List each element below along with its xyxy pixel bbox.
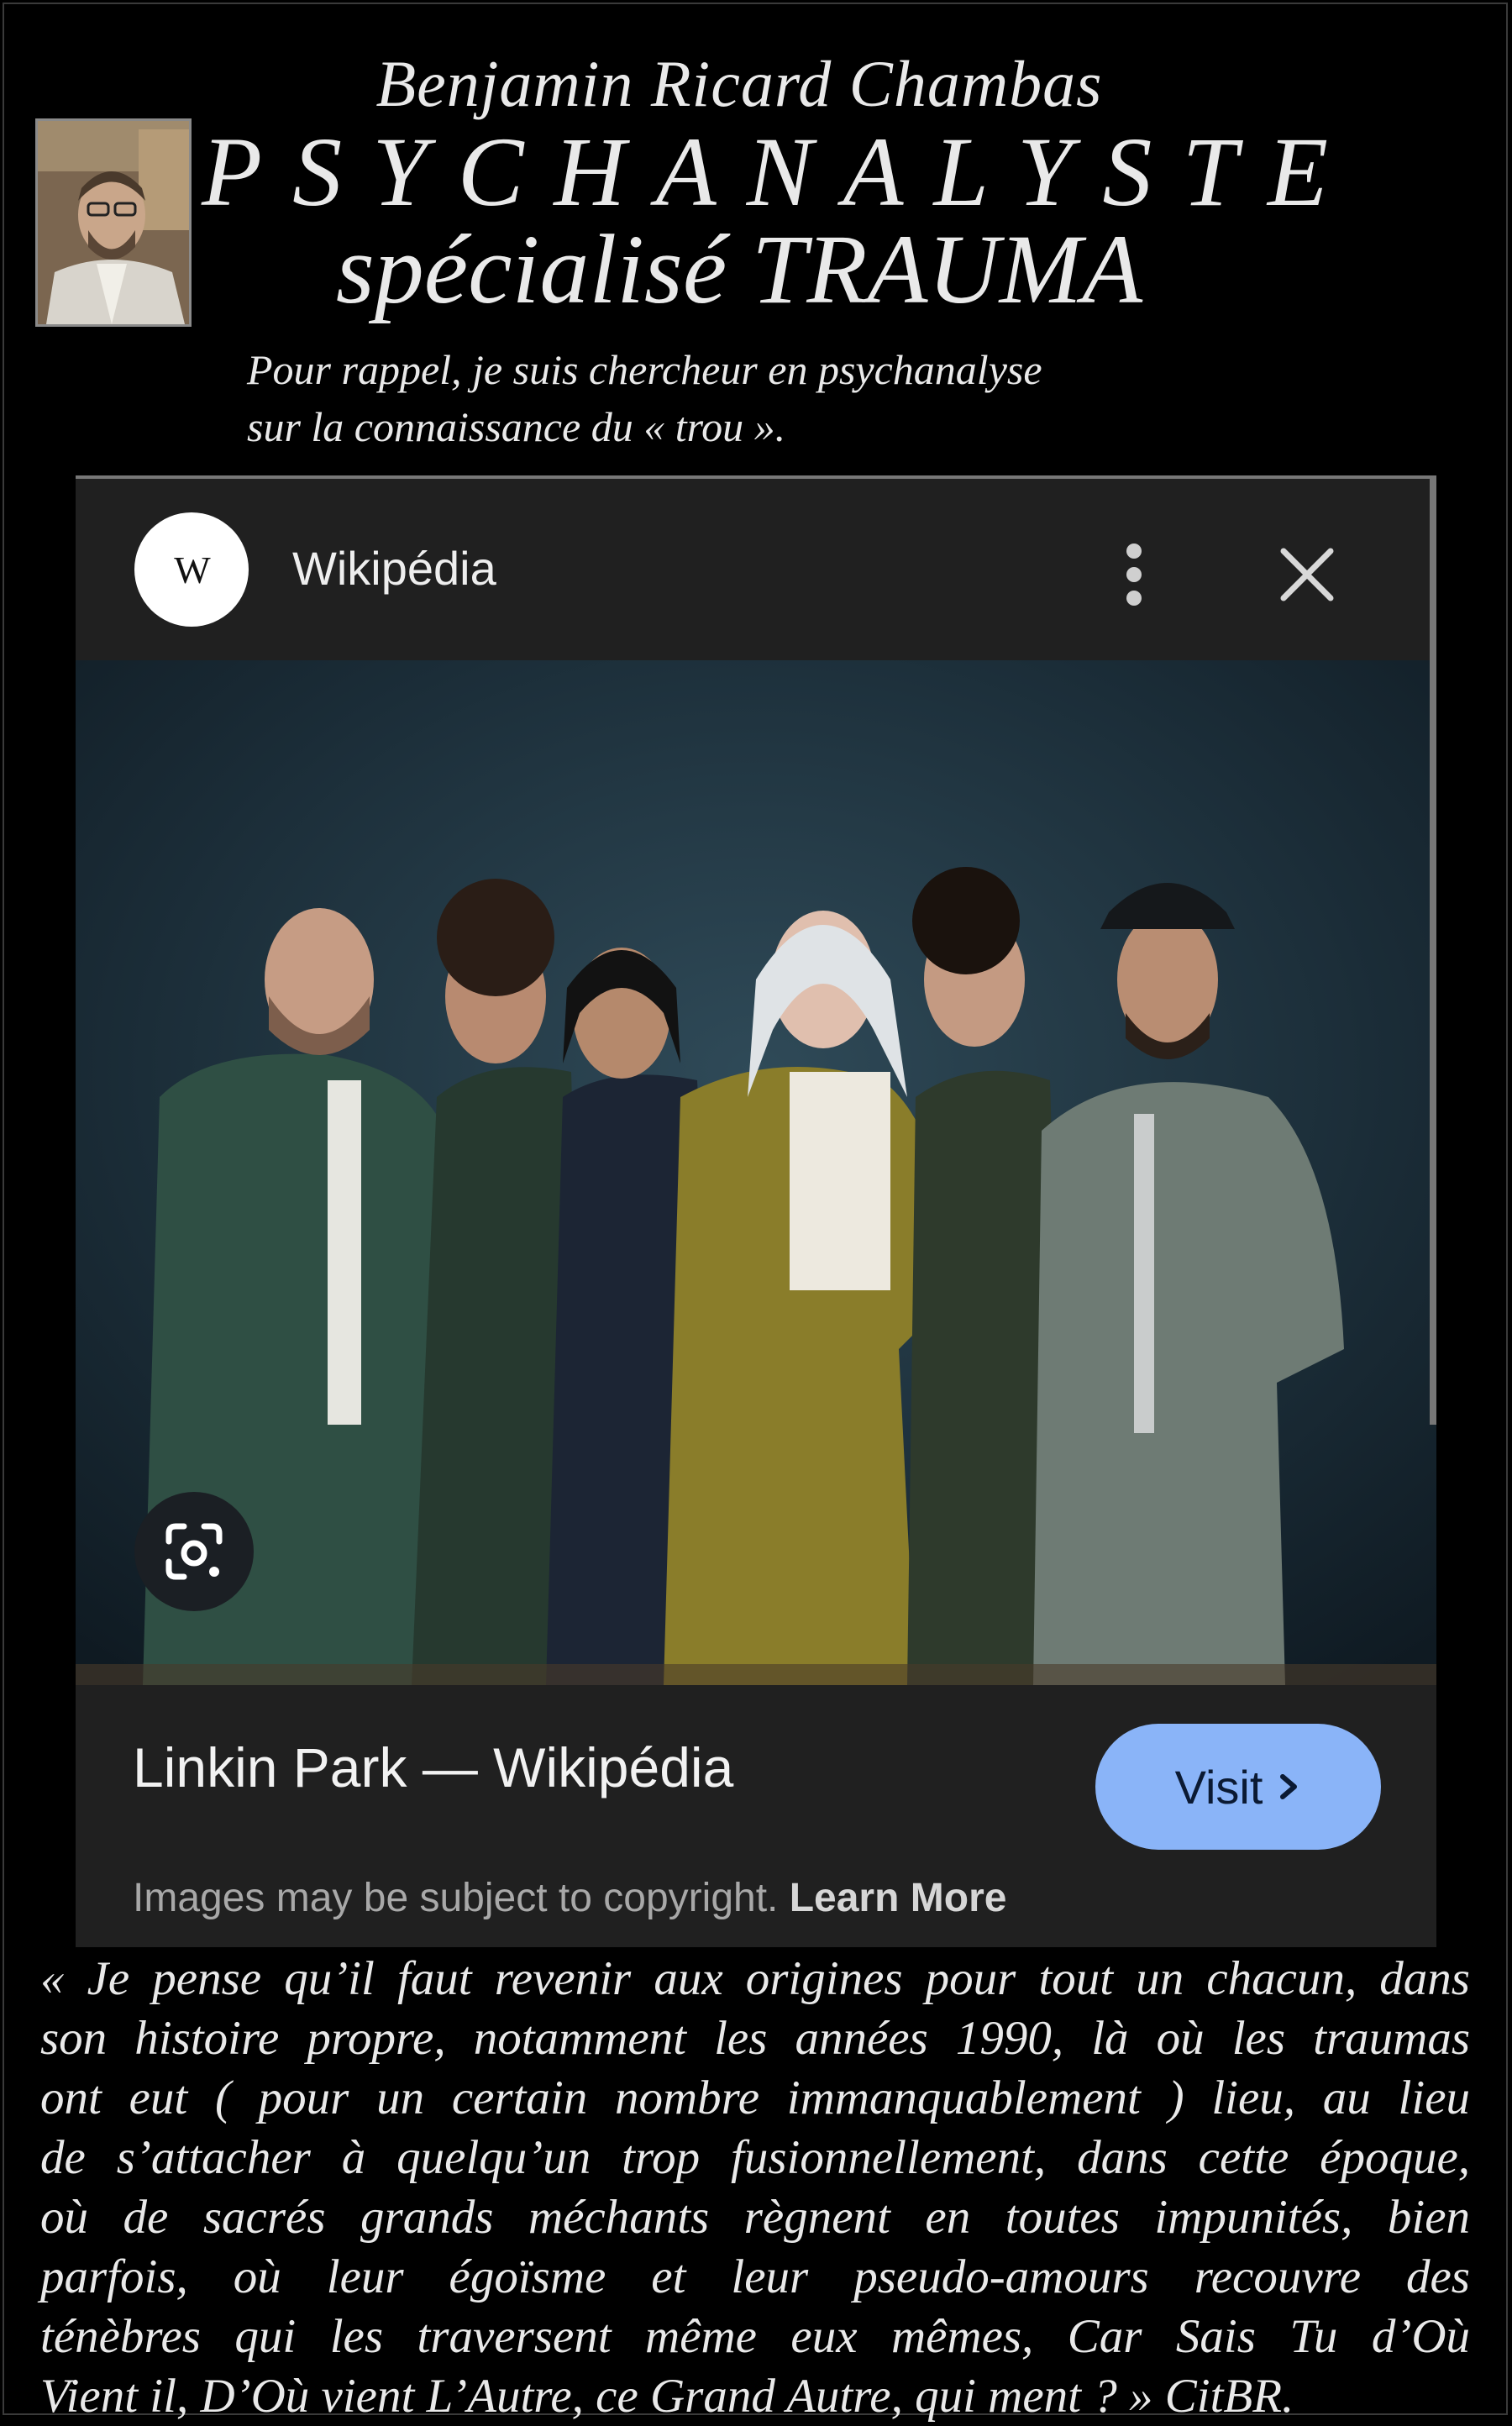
source-name: Wikipédia	[292, 542, 496, 595]
quote-line: où de sacrés grands méchants règnent en …	[40, 2191, 1470, 2244]
result-title[interactable]: Linkin Park — Wikipédia	[133, 1735, 733, 1799]
wikipedia-logo-icon: W	[134, 512, 249, 627]
profession-title: PSYCHANALYSTE	[202, 117, 1359, 227]
quote-block: « Je pense qu’il faut revenir aux origin…	[40, 1949, 1470, 2426]
quote-line: parfois, où leur égoïsme et leur pseudo-…	[40, 2250, 1470, 2303]
author-name: Benjamin Ricard Chambas	[375, 47, 1103, 120]
band-photo-image	[76, 660, 1436, 1685]
visit-label: Visit	[1174, 1760, 1263, 1814]
quote-line: son histoire propre, notamment les année…	[40, 2012, 1470, 2065]
portrait-image	[38, 121, 189, 324]
learn-more-link[interactable]: Learn More	[790, 1876, 1007, 1920]
card-top-border	[76, 475, 1436, 479]
copyright-notice: Images may be subject to copyright. Lear…	[133, 1875, 1006, 1921]
quote-line: « Je pense qu’il faut revenir aux origin…	[40, 1952, 1470, 2005]
quote-line: de s’attacher à quelqu’un trop fusionnel…	[40, 2131, 1470, 2184]
result-photo[interactable]	[76, 660, 1436, 1685]
author-portrait	[35, 118, 192, 327]
image-result-card: W Wikipédia Linkin Park — Wikipédia Visi…	[76, 475, 1436, 1947]
chevron-right-icon	[1280, 1774, 1298, 1799]
close-icon[interactable]	[1268, 536, 1346, 613]
intro-line: Pour rappel, je suis chercheur en psycha…	[247, 346, 1042, 393]
intro-text: Pour rappel, je suis chercheur en psycha…	[247, 341, 1255, 455]
quote-line: ont eut ( pour un certain nombre immanqu…	[40, 2072, 1470, 2124]
visit-button[interactable]: Visit	[1095, 1724, 1381, 1850]
card-scrollbar[interactable]	[1430, 475, 1436, 1425]
card-footer: Linkin Park — Wikipédia Visit Images may…	[76, 1685, 1436, 1947]
more-vert-icon[interactable]	[1109, 533, 1159, 617]
intro-line: sur la connaissance du « trou ».	[247, 403, 786, 450]
quote-line: Vient il, D’Où vient L’Autre, ce Grand A…	[40, 2370, 1294, 2423]
copyright-text: Images may be subject to copyright.	[133, 1876, 779, 1920]
quote-line: ténèbres qui les traversent même eux mêm…	[40, 2310, 1470, 2363]
specialty-subtitle: spécialisé TRAUMA	[335, 214, 1143, 324]
google-lens-icon[interactable]	[134, 1492, 254, 1611]
card-header: W Wikipédia	[76, 475, 1436, 660]
